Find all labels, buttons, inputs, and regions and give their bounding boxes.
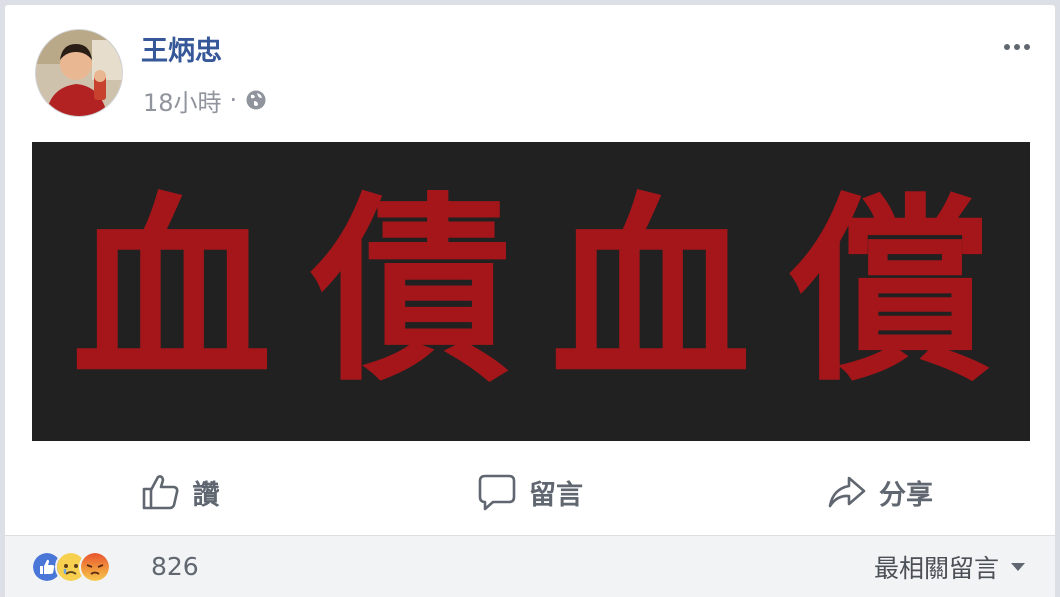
reactions-bar: 826 最相關留言 [5, 535, 1055, 597]
comment-button[interactable]: 留言 [355, 464, 705, 520]
caret-down-icon [1011, 563, 1025, 571]
share-button[interactable]: 分享 [705, 464, 1055, 520]
like-label: 讚 [192, 479, 220, 511]
post-timestamp[interactable]: 18小時 [143, 83, 222, 118]
share-label: 分享 [879, 479, 933, 511]
banner-character: 血 [71, 173, 272, 409]
comment-sort-label: 最相關留言 [873, 554, 999, 583]
thumbs-up-icon [141, 473, 181, 511]
meta-separator: · [229, 86, 238, 114]
angry-reaction-icon [79, 551, 111, 583]
reaction-count[interactable]: 826 [151, 550, 199, 584]
post-image[interactable]: 血 債 血 償 [32, 142, 1030, 441]
share-arrow-icon [827, 474, 867, 510]
banner-character: 債 [311, 173, 512, 409]
post-card: 王炳忠 18小時 · 血 債 血 償 讚 留言 分享 826 最相關留言 [4, 4, 1056, 597]
post-actions-bar: 讚 留言 分享 [5, 457, 1055, 527]
comment-sort-dropdown[interactable]: 最相關留言 [874, 550, 1025, 584]
like-button[interactable]: 讚 [5, 464, 355, 520]
banner-character: 償 [790, 173, 991, 409]
more-options-button[interactable] [999, 35, 1035, 59]
more-dot [1004, 44, 1010, 50]
author-avatar[interactable] [35, 29, 123, 117]
reaction-icons[interactable] [31, 550, 111, 584]
comment-icon [477, 473, 517, 511]
globe-icon[interactable] [245, 89, 267, 111]
more-dot [1024, 44, 1030, 50]
post-meta: 18小時 · [143, 83, 267, 118]
more-dot [1014, 44, 1020, 50]
comment-label: 留言 [529, 479, 583, 511]
author-name[interactable]: 王炳忠 [141, 35, 222, 69]
banner-character: 血 [550, 173, 751, 409]
